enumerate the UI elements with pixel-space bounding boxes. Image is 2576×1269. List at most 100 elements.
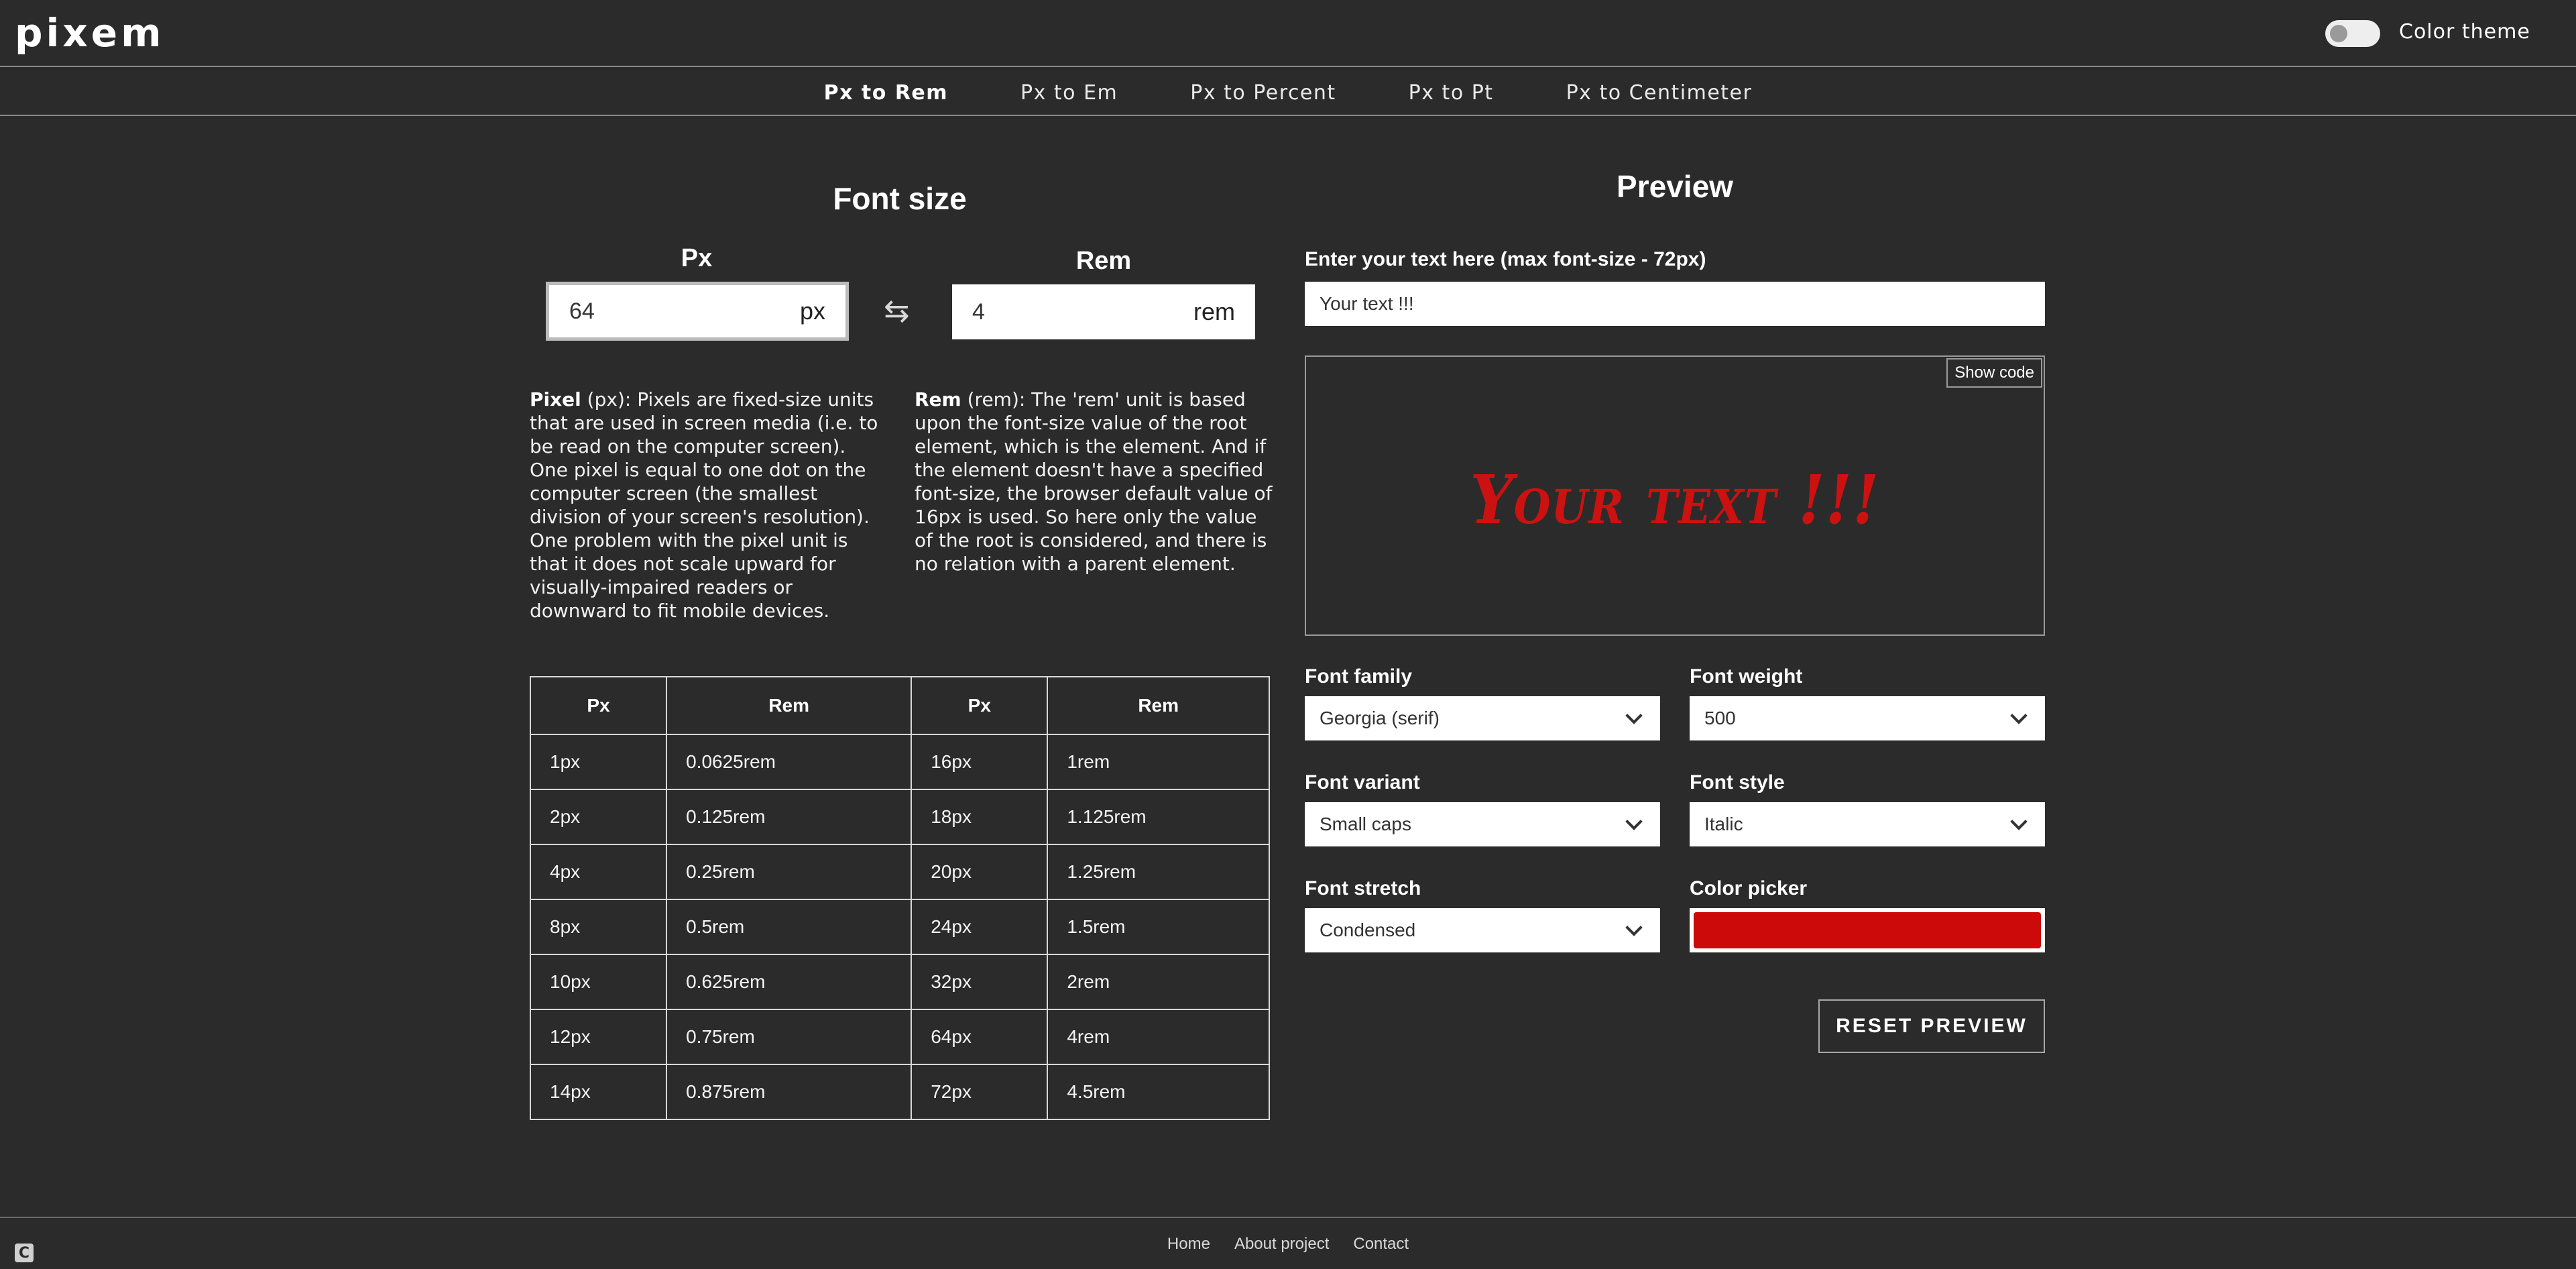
rem-input-value: 4 [972,298,985,325]
color-theme-label: Color theme [2399,20,2530,44]
preview-text-input[interactable]: Your text !!! [1305,282,2045,326]
table-row: 14px 0.875rem 72px 4.5rem [529,1064,1270,1120]
table-row: 2px 0.125rem 18px 1.125rem [529,789,1270,845]
table-cell: 0.875rem [666,1064,913,1120]
color-swatch [1694,912,2041,948]
font-variant-label: Font variant [1305,771,1420,793]
nav-px-to-centimeter[interactable]: Px to Centimeter [1566,79,1753,107]
footer-link-about[interactable]: About project [1234,1233,1329,1256]
chevron-down-icon [2010,813,2028,830]
footer-link-home[interactable]: Home [1167,1233,1210,1256]
font-stretch-select[interactable]: Condensed [1305,908,1660,952]
table-cell: 18px [911,789,1049,845]
table-cell: 0.25rem [666,844,913,900]
font-stretch-value: Condensed [1320,920,1416,940]
px-input-value: 64 [569,298,595,324]
font-weight-select[interactable]: 500 [1690,696,2045,740]
table-row: 12px 0.75rem 64px 4rem [529,1009,1270,1065]
px-label: Px [681,244,713,272]
rem-description-text: (rem): The 'rem' unit is based upon the … [915,388,1273,575]
table-cell: 1.5rem [1047,899,1270,955]
table-cell: 1px [529,734,668,790]
table-cell: 0.0625rem [666,734,913,790]
table-cell: 0.75rem [666,1009,913,1065]
table-cell: 2rem [1047,954,1270,1010]
table-cell: 64px [911,1009,1049,1065]
show-code-button[interactable]: Show code [1946,358,2042,388]
table-header: Px [529,676,668,735]
table-cell: 1.125rem [1047,789,1270,845]
footer-link-contact[interactable]: Contact [1353,1233,1409,1256]
table-cell: 10px [529,954,668,1010]
converter-nav: Px to Rem Px to Em Px to Percent Px to P… [0,79,2576,107]
table-cell: 1rem [1047,734,1270,790]
font-family-value: Georgia (serif) [1320,708,1440,728]
table-cell: 16px [911,734,1049,790]
table-cell: 1.25rem [1047,844,1270,900]
font-weight-value: 500 [1704,708,1736,728]
table-cell: 4.5rem [1047,1064,1270,1120]
reset-preview-button[interactable]: RESET PREVIEW [1818,999,2045,1053]
table-cell: 12px [529,1009,668,1065]
color-theme-toggle[interactable] [2325,20,2380,47]
font-style-select[interactable]: Italic [1690,802,2045,846]
table-header: Px [911,676,1049,735]
table-cell: 4px [529,844,668,900]
px-unit: px [799,297,825,325]
footer-nav: Home About project Contact [0,1233,2576,1256]
nav-px-to-percent[interactable]: Px to Percent [1190,79,1336,107]
nav-px-to-pt[interactable]: Px to Pt [1409,79,1494,107]
color-picker[interactable] [1690,908,2045,952]
table-row: 10px 0.625rem 32px 2rem [529,954,1270,1010]
nav-px-to-rem[interactable]: Px to Rem [824,79,948,107]
preview-rendered-text-content: Your text !!! [1470,460,1880,539]
table-cell: 4rem [1047,1009,1270,1065]
chevron-down-icon [1625,919,1643,936]
header-divider [0,66,2576,67]
font-style-label: Font style [1690,771,1785,793]
pixel-description-text: (px): Pixels are fixed-size units that a… [530,388,878,622]
text-input-label: Enter your text here (max font-size - 72… [1305,248,1706,270]
rem-label: Rem [1075,247,1132,275]
conversion-table: Px Rem Px Rem 1px 0.0625rem 16px 1rem 2p… [529,676,1270,1120]
rem-unit: rem [1193,298,1235,325]
font-style-value: Italic [1704,814,1743,834]
table-cell: 20px [911,844,1049,900]
table-cell: 2px [529,789,668,845]
table-row: 1px 0.0625rem 16px 1rem [529,734,1270,790]
font-variant-value: Small caps [1320,814,1411,834]
table-row: 4px 0.25rem 20px 1.25rem [529,844,1270,900]
toggle-knob [2330,25,2347,42]
table-cell: 8px [529,899,668,955]
preview-box: Your text !!! Show code [1305,355,2045,636]
app-logo[interactable]: pixem [15,9,165,56]
font-variant-select[interactable]: Small caps [1305,802,1660,846]
table-cell: 24px [911,899,1049,955]
nav-px-to-em[interactable]: Px to Em [1020,79,1118,107]
font-weight-label: Font weight [1690,665,1803,687]
preview-rendered-text: Your text !!! [1306,357,2044,634]
font-family-select[interactable]: Georgia (serif) [1305,696,1660,740]
font-family-label: Font family [1305,665,1413,687]
px-input[interactable]: 64 px [546,282,849,341]
pixel-term: Pixel [530,388,581,410]
preview-text-input-value: Your text !!! [1320,293,1414,314]
table-cell: 0.125rem [666,789,913,845]
chevron-down-icon [1625,813,1643,830]
footer-divider [0,1217,2576,1218]
table-cell: 32px [911,954,1049,1010]
swap-arrows-icon[interactable]: ⇆ [884,294,910,327]
table-cell: 0.5rem [666,899,913,955]
font-size-title: Font size [833,181,967,216]
font-stretch-label: Font stretch [1305,877,1421,899]
pixel-description: Pixel (px): Pixels are fixed-size units … [530,388,885,622]
table-row: 8px 0.5rem 24px 1.5rem [529,899,1270,955]
table-header: Rem [1047,676,1270,735]
preview-title: Preview [1617,169,1733,204]
corner-logo-icon[interactable]: C [15,1244,34,1262]
table-cell: 0.625rem [666,954,913,1010]
rem-input[interactable]: 4 rem [952,284,1255,339]
table-header: Rem [666,676,913,735]
chevron-down-icon [2010,707,2028,724]
nav-divider [0,115,2576,116]
